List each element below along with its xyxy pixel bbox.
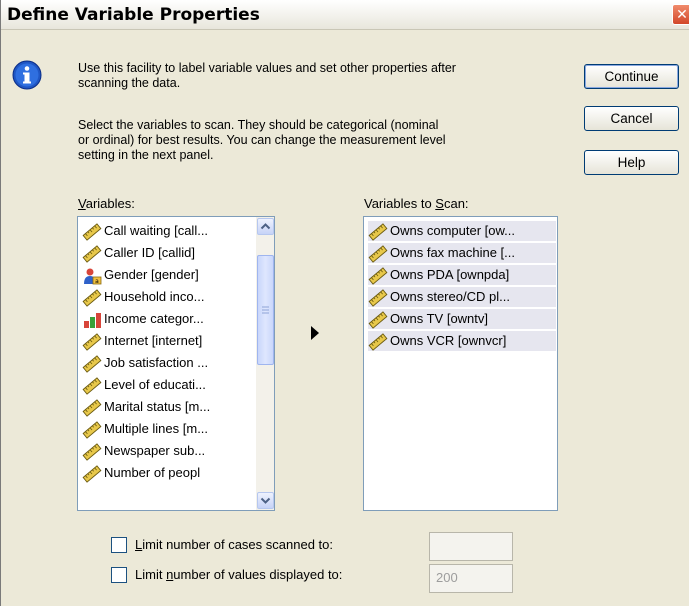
variable-list-item[interactable]: Call waiting [call... xyxy=(82,221,208,241)
variable-item-label: Internet [internet] xyxy=(104,333,203,348)
limit-cases-checkbox[interactable] xyxy=(111,537,127,553)
variables-scrollbar[interactable] xyxy=(256,217,274,510)
scan-list-item[interactable]: Owns VCR [ownvcr] xyxy=(368,331,556,351)
variable-item-label: Multiple lines [m... xyxy=(104,421,209,436)
scan-item-label: Owns stereo/CD pl... xyxy=(390,289,510,304)
variable-item-label: Gender [gender] xyxy=(104,267,199,282)
variable-list-item[interactable]: a Gender [gender] xyxy=(82,265,199,285)
variables-listbox[interactable]: Call waiting [call... Caller ID [callid] a… xyxy=(77,216,275,511)
scan-list-item[interactable]: Owns stereo/CD pl... xyxy=(368,287,556,307)
variable-item-label: Marital status [m... xyxy=(104,399,211,414)
variable-list-item[interactable]: Caller ID [callid] xyxy=(82,243,195,263)
variable-list-item[interactable]: Income categor... xyxy=(82,309,204,329)
scan-item-label: Owns PDA [ownpda] xyxy=(390,267,510,282)
ruler-icon xyxy=(82,288,102,307)
limit-cases-label: Limit number of cases scanned to: xyxy=(135,537,333,552)
scan-list-item[interactable]: Owns PDA [ownpda] xyxy=(368,265,556,285)
title-bar[interactable]: Define Variable Properties ✕ xyxy=(1,0,689,30)
scan-label: Variables to Scan: xyxy=(364,196,469,211)
variable-list-item[interactable]: Internet [internet] xyxy=(82,331,202,351)
continue-button[interactable]: Continue xyxy=(584,64,679,89)
scan-list-item[interactable]: Owns computer [ow... xyxy=(368,221,556,241)
close-button[interactable]: ✕ xyxy=(672,4,689,25)
variable-item-label: Newspaper sub... xyxy=(104,443,206,458)
variable-item-label: Household inco... xyxy=(104,289,205,304)
ruler-icon xyxy=(82,332,102,351)
ruler-icon xyxy=(368,222,388,241)
ruler-icon xyxy=(82,244,102,263)
nominal-icon: a xyxy=(84,268,102,285)
limit-cases-input[interactable] xyxy=(429,532,513,561)
description-text-2: Select the variables to scan. They shoul… xyxy=(78,118,446,162)
ruler-icon xyxy=(82,464,102,483)
scroll-down-button[interactable] xyxy=(257,492,274,509)
variable-list-item[interactable]: Job satisfaction ... xyxy=(82,353,208,373)
limit-values-checkbox[interactable] xyxy=(111,567,127,583)
close-icon: ✕ xyxy=(676,6,688,22)
svg-text:a: a xyxy=(95,278,99,285)
scan-item-label: Owns computer [ow... xyxy=(390,223,515,238)
info-icon xyxy=(12,60,42,90)
move-right-button[interactable] xyxy=(311,326,319,340)
ruler-icon xyxy=(82,222,102,241)
help-button[interactable]: Help xyxy=(584,150,679,175)
description-text-1: Use this facility to label variable valu… xyxy=(78,61,456,90)
scan-list-item[interactable]: Owns fax machine [... xyxy=(368,243,556,263)
scan-item-label: Owns fax machine [... xyxy=(390,245,515,260)
variable-list-item[interactable]: Marital status [m... xyxy=(82,397,210,417)
ruler-icon xyxy=(368,288,388,307)
variable-list-item[interactable]: Multiple lines [m... xyxy=(82,419,208,439)
scroll-up-button[interactable] xyxy=(257,218,274,235)
ruler-icon xyxy=(368,310,388,329)
variables-to-scan-listbox[interactable]: Owns computer [ow... Owns fax machine [..… xyxy=(363,216,558,511)
chevron-up-icon xyxy=(260,223,271,230)
ruler-icon xyxy=(82,376,102,395)
variable-item-label: Job satisfaction ... xyxy=(104,355,209,370)
variable-item-label: Level of educati... xyxy=(104,377,206,392)
grip-icon xyxy=(262,306,269,314)
ruler-icon xyxy=(82,398,102,417)
ruler-icon xyxy=(82,420,102,439)
scan-list-item[interactable]: Owns TV [owntv] xyxy=(368,309,556,329)
chevron-down-icon xyxy=(260,497,271,504)
variable-item-label: Call waiting [call... xyxy=(104,223,209,238)
variable-list-item[interactable]: Newspaper sub... xyxy=(82,441,205,461)
ruler-icon xyxy=(82,442,102,461)
variable-list-item[interactable]: Household inco... xyxy=(82,287,204,307)
define-variable-properties-dialog: Define Variable Properties ✕ Use this fa… xyxy=(0,0,689,606)
window-title: Define Variable Properties xyxy=(7,5,260,25)
bar-chart-icon xyxy=(84,312,101,328)
limit-values-label: Limit number of values displayed to: xyxy=(135,567,343,582)
ruler-icon xyxy=(368,266,388,285)
ruler-icon xyxy=(82,354,102,373)
scan-item-label: Owns TV [owntv] xyxy=(390,311,489,326)
limit-values-input[interactable]: 200 xyxy=(429,564,513,593)
scroll-thumb[interactable] xyxy=(257,255,274,365)
cancel-button[interactable]: Cancel xyxy=(584,106,679,131)
variable-item-label: Income categor... xyxy=(104,311,204,326)
variables-label: Variables: xyxy=(78,196,135,211)
variable-item-label: Number of peopl xyxy=(104,465,201,480)
variable-item-label: Caller ID [callid] xyxy=(104,245,196,260)
ruler-icon xyxy=(368,332,388,351)
ruler-icon xyxy=(368,244,388,263)
variable-list-item[interactable]: Number of peopl xyxy=(82,463,200,483)
variable-list-item[interactable]: Level of educati... xyxy=(82,375,206,395)
scan-item-label: Owns VCR [ownvcr] xyxy=(390,333,507,348)
